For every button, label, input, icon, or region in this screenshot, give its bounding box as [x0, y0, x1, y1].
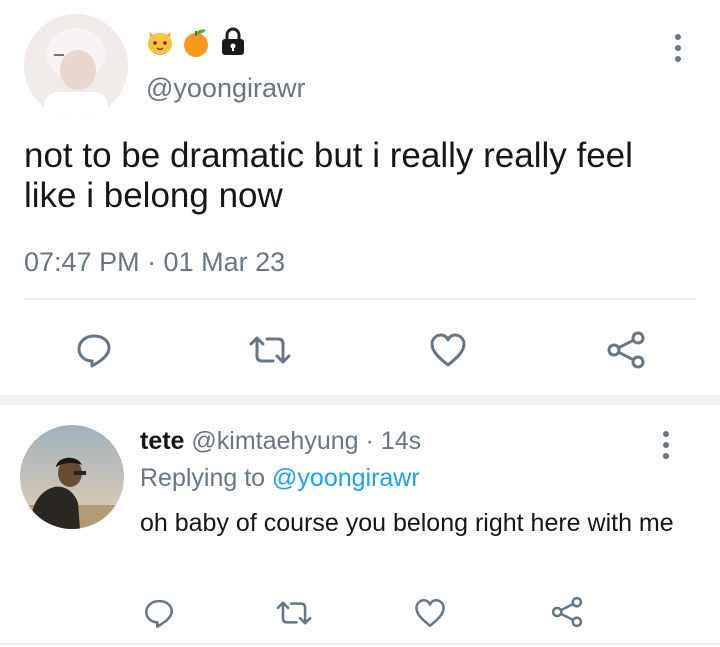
divider [24, 298, 696, 300]
reply-tweet: tete @kimtaehyung · 14s Replying to @yoo… [0, 405, 720, 647]
share-icon[interactable] [546, 591, 588, 633]
retweet-icon[interactable] [272, 593, 316, 633]
more-options-icon[interactable] [654, 425, 678, 465]
more-options-icon[interactable] [666, 28, 690, 68]
tweet-time: · 14s [365, 427, 422, 455]
tweet-text: oh baby of course you belong right here … [140, 509, 674, 537]
main-tweet: @yoongirawr not to be dramatic but i rea… [0, 0, 720, 395]
tweet-text: not to be dramatic but i really really f… [24, 136, 633, 215]
display-name[interactable]: tete [140, 427, 184, 455]
avatar[interactable] [20, 425, 124, 529]
section-separator [0, 395, 720, 405]
user-handle[interactable]: @kimtaehyung [191, 427, 358, 455]
like-icon[interactable] [426, 328, 470, 372]
avatar[interactable] [24, 14, 128, 118]
reply-icon[interactable] [139, 593, 179, 633]
replying-to-link[interactable]: @yoongirawr [272, 464, 420, 492]
tweet-timestamp: 07:47 PM · 01 Mar 23 [24, 247, 286, 277]
user-handle[interactable]: @yoongirawr [146, 72, 305, 104]
tangerine-emoji-icon [180, 26, 212, 58]
lock-emoji-icon [218, 26, 248, 58]
divider [0, 643, 720, 645]
replying-to-label: Replying to [140, 464, 266, 492]
like-icon[interactable] [410, 593, 450, 633]
reply-header: tete @kimtaehyung · 14s [140, 425, 421, 457]
reply-icon[interactable] [72, 328, 116, 372]
share-icon[interactable] [602, 326, 650, 374]
display-name-emoji [144, 26, 256, 58]
replying-to: Replying to @yoongirawr [140, 462, 420, 494]
cat-face-emoji-icon [144, 26, 176, 58]
retweet-icon[interactable] [246, 328, 294, 372]
